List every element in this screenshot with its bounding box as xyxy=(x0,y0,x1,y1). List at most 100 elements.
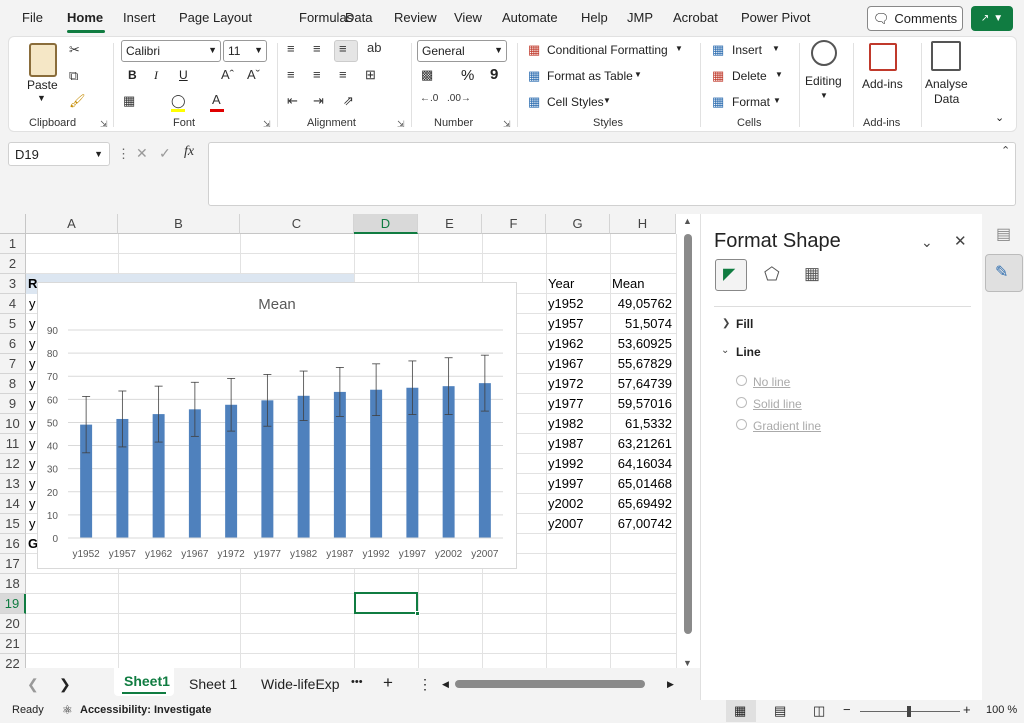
row-header-17[interactable]: 17 xyxy=(0,554,26,574)
more-sheets-button[interactable]: ••• xyxy=(351,676,363,688)
zoom-in-icon[interactable]: + xyxy=(963,702,971,717)
row-header-6[interactable]: 6 xyxy=(0,334,26,354)
wrap-text-icon[interactable]: ab xyxy=(367,40,381,55)
cell-g9[interactable]: y1977 xyxy=(548,394,583,414)
pentagon-icon[interactable]: ⬠ xyxy=(764,264,780,285)
cell-styles-icon[interactable]: ▦ xyxy=(528,94,540,110)
add-ins-button[interactable]: Add-ins xyxy=(862,77,903,91)
underline-button[interactable]: U xyxy=(179,68,188,82)
menu-home[interactable]: Home xyxy=(67,10,103,25)
row-header-18[interactable]: 18 xyxy=(0,574,26,594)
page-break-view-icon[interactable]: ◫ xyxy=(813,703,825,719)
align-center-icon[interactable]: ≡ xyxy=(313,67,321,82)
increase-indent-icon[interactable]: ⇥ xyxy=(313,93,324,109)
cell-a15[interactable]: y xyxy=(29,514,36,534)
prev-sheet-icon[interactable]: ❮ xyxy=(27,676,39,693)
column-header-e[interactable]: E xyxy=(418,214,482,234)
insert-cells-icon[interactable]: ▦ xyxy=(712,42,724,58)
row-header-2[interactable]: 2 xyxy=(0,254,26,274)
cell-a10[interactable]: y xyxy=(29,414,36,434)
menu-acrobat[interactable]: Acrobat xyxy=(673,10,718,25)
cell-a11[interactable]: y xyxy=(29,434,36,454)
pane-options-icon[interactable]: ⌄ xyxy=(921,234,933,251)
analyse-data-label-2[interactable]: Data xyxy=(934,92,959,106)
vertical-scroll-thumb[interactable] xyxy=(684,234,692,634)
decrease-font-icon[interactable]: Aˇ xyxy=(247,67,260,82)
fill-section-header[interactable]: Fill xyxy=(736,317,753,331)
increase-font-icon[interactable]: Aˆ xyxy=(221,67,234,82)
font-color-icon[interactable]: A xyxy=(212,92,221,107)
scroll-left-icon[interactable]: ◀ xyxy=(442,679,449,690)
enter-icon[interactable]: ✓ xyxy=(159,145,171,162)
format-cells-icon[interactable]: ▦ xyxy=(712,94,724,110)
conditional-formatting-button[interactable]: Conditional Formatting xyxy=(547,43,668,57)
row-header-13[interactable]: 13 xyxy=(0,474,26,494)
properties-icon[interactable]: ▤ xyxy=(996,224,1011,244)
cell-g6[interactable]: y1962 xyxy=(548,334,583,354)
cell-g3[interactable]: Year xyxy=(548,274,574,294)
number-format-select[interactable]: General ▼ xyxy=(417,40,507,62)
close-icon[interactable]: ✕ xyxy=(954,232,967,250)
solid-line-radio[interactable] xyxy=(736,397,747,408)
menu-page-layout[interactable]: Page Layout xyxy=(179,10,252,25)
solid-line-label[interactable]: Solid line xyxy=(753,397,802,411)
merge-center-icon[interactable]: ⊞ xyxy=(365,67,376,83)
search-icon[interactable] xyxy=(811,40,837,66)
cell-a12[interactable]: y xyxy=(29,454,36,474)
format-as-table-icon[interactable]: ▦ xyxy=(528,68,540,84)
normal-view-icon[interactable]: ▦ xyxy=(734,703,746,719)
more-options-icon[interactable]: ⋮ xyxy=(117,146,130,162)
cell-h8[interactable]: 57,64739 xyxy=(612,374,672,394)
percent-button[interactable]: % xyxy=(461,67,474,84)
font-name-select[interactable]: Calibri ▼ xyxy=(121,40,221,62)
row-header-5[interactable]: 5 xyxy=(0,314,26,334)
dialog-launcher-icon[interactable]: ⇲ xyxy=(100,119,108,130)
menu-jmp[interactable]: JMP xyxy=(627,10,653,25)
cell-g10[interactable]: y1982 xyxy=(548,414,583,434)
cell-h14[interactable]: 65,69492 xyxy=(612,494,672,514)
align-left-icon[interactable]: ≡ xyxy=(287,67,295,82)
fill-color-icon[interactable]: ◯ xyxy=(171,93,186,109)
tab-wide-lifeexp[interactable]: Wide-lifeExp xyxy=(261,676,340,692)
row-header-19[interactable]: 19 xyxy=(0,594,26,614)
cell-h9[interactable]: 59,57016 xyxy=(612,394,672,414)
zoom-level[interactable]: 100 % xyxy=(986,704,1017,716)
row-header-12[interactable]: 12 xyxy=(0,454,26,474)
menu-file[interactable]: File xyxy=(22,10,43,25)
decrease-decimal-icon[interactable]: .00→ xyxy=(447,93,471,104)
format-painter-icon[interactable]: 🖌 xyxy=(69,93,86,109)
insert-function-button[interactable]: fx xyxy=(184,144,194,160)
cell-h13[interactable]: 65,01468 xyxy=(612,474,672,494)
font-size-select[interactable]: 11 ▼ xyxy=(223,40,267,62)
column-header-f[interactable]: F xyxy=(482,214,546,234)
cell-a8[interactable]: y xyxy=(29,374,36,394)
borders-icon[interactable]: ▦ xyxy=(123,93,135,109)
gradient-line-radio[interactable] xyxy=(736,419,747,430)
add-sheet-button[interactable]: + xyxy=(383,673,393,693)
cell-g4[interactable]: y1952 xyxy=(548,294,583,314)
insert-cells-button[interactable]: Insert xyxy=(732,43,762,57)
cell-h15[interactable]: 67,00742 xyxy=(612,514,672,534)
row-header-20[interactable]: 20 xyxy=(0,614,26,634)
row-header-9[interactable]: 9 xyxy=(0,394,26,414)
menu-insert[interactable]: Insert xyxy=(123,10,156,25)
dialog-launcher-icon[interactable]: ⇲ xyxy=(263,119,271,130)
fill-handle[interactable] xyxy=(415,611,420,616)
scroll-up-icon[interactable]: ▲ xyxy=(683,216,692,226)
row-header-7[interactable]: 7 xyxy=(0,354,26,374)
row-header-10[interactable]: 10 xyxy=(0,414,26,434)
row-header-14[interactable]: 14 xyxy=(0,494,26,514)
column-header-h[interactable]: H xyxy=(610,214,676,234)
conditional-formatting-icon[interactable]: ▦ xyxy=(528,42,540,58)
cell-h4[interactable]: 49,05762 xyxy=(612,294,672,314)
row-header-8[interactable]: 8 xyxy=(0,374,26,394)
add-ins-icon[interactable] xyxy=(869,43,897,71)
cell-a6[interactable]: y xyxy=(29,334,36,354)
cell-g5[interactable]: y1957 xyxy=(548,314,583,334)
name-box[interactable]: D19 ▼ xyxy=(8,142,110,166)
decrease-indent-icon[interactable]: ⇤ xyxy=(287,93,298,109)
cell-g15[interactable]: y2007 xyxy=(548,514,583,534)
row-header-11[interactable]: 11 xyxy=(0,434,26,454)
align-middle-icon[interactable]: ≡ xyxy=(313,41,321,56)
currency-icon[interactable]: ▩ xyxy=(421,67,433,83)
